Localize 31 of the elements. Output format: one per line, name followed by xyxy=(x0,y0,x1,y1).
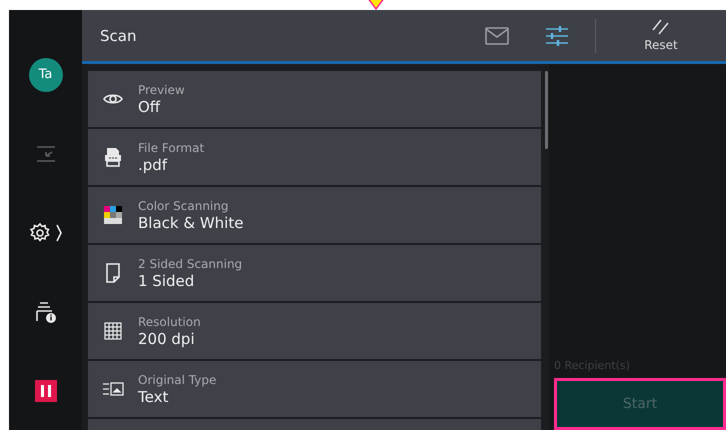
settings-icon[interactable] xyxy=(28,220,62,244)
scrollbar[interactable] xyxy=(545,71,548,149)
setting-label: Resolution xyxy=(138,314,201,328)
setting-label: 2 Sided Scanning xyxy=(138,256,242,270)
reset-icon xyxy=(652,19,670,35)
setting-row[interactable]: Preview Off xyxy=(88,71,541,127)
setting-row[interactable]: Resolution 200 dpi xyxy=(88,303,541,359)
mail-icon xyxy=(485,26,509,44)
grid-icon xyxy=(102,320,124,342)
reset-button[interactable]: Reset xyxy=(596,15,726,56)
setting-label: Color Scanning xyxy=(138,198,230,212)
setting-label: File Format xyxy=(138,140,204,154)
setting-value: .pdf xyxy=(138,156,168,174)
setting-row[interactable]: Original Type Text xyxy=(88,361,541,417)
setting-label: Preview xyxy=(138,82,185,96)
setting-label: Original Type xyxy=(138,372,216,386)
setting-value: Black & White xyxy=(138,214,244,232)
setting-value: 1 Sided xyxy=(138,272,196,290)
setting-value: Text xyxy=(138,388,170,406)
pause-icon[interactable] xyxy=(34,380,56,402)
color-swatch-icon xyxy=(102,204,124,226)
printer-icon xyxy=(102,146,124,168)
setting-value: Off xyxy=(138,98,162,116)
setting-row[interactable]: Color Scanning Black & White xyxy=(88,187,541,243)
user-avatar[interactable]: Ta xyxy=(28,58,62,92)
screen-title: Scan xyxy=(100,26,138,44)
sliders-icon xyxy=(545,26,569,46)
printer-info-icon[interactable] xyxy=(34,300,58,324)
setting-value: 200 dpi xyxy=(138,330,196,348)
setting-row[interactable]: File Format .pdf xyxy=(88,129,541,185)
setting-row[interactable]: 2 Sided Scanning 1 Sided xyxy=(88,245,541,301)
